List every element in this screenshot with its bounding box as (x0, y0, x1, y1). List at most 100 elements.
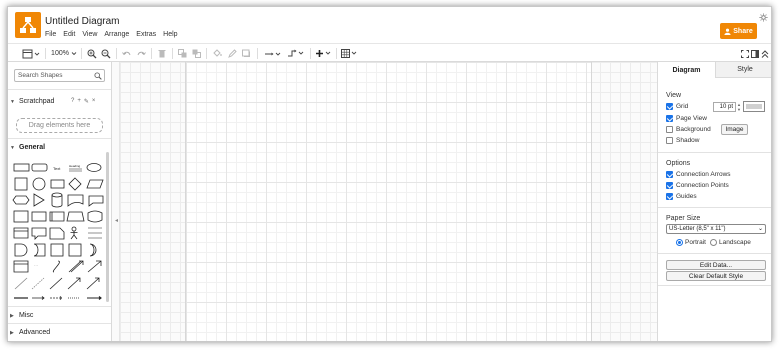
textbox-shape[interactable]: Heading (69, 164, 82, 172)
waypoints-dropdown[interactable] (287, 48, 305, 59)
to-front-button[interactable] (177, 48, 187, 59)
menu-file[interactable]: File (45, 31, 56, 38)
background-checkbox[interactable]: Background (666, 126, 711, 133)
diagram-page[interactable] (185, 62, 592, 341)
callout-shape[interactable] (31, 227, 47, 240)
diamond-shape[interactable] (68, 177, 82, 191)
tab-diagram[interactable]: Diagram (658, 62, 716, 78)
menu-extras[interactable]: Extras (136, 31, 156, 38)
internal-storage-shape[interactable] (31, 211, 47, 222)
cylinder-shape[interactable] (51, 192, 63, 208)
theme-toggle-icon[interactable] (759, 13, 768, 22)
parallelogram-shape[interactable] (86, 179, 104, 189)
sidebar-scrollbar[interactable] (106, 152, 109, 302)
note-shape[interactable] (13, 227, 29, 239)
square-alt-shape[interactable] (68, 243, 82, 257)
menu-view[interactable]: View (82, 31, 97, 38)
diagram-title[interactable]: Untitled Diagram (45, 16, 119, 27)
cube-shape[interactable] (49, 211, 65, 222)
fullscreen-button[interactable] (741, 48, 749, 59)
dashed-arrow-shape[interactable] (50, 296, 63, 300)
curve-shape[interactable] (52, 260, 60, 273)
grid-size-input[interactable]: 10 pt (713, 102, 736, 112)
insert-dropdown[interactable] (315, 48, 332, 59)
share-button[interactable]: Share (720, 23, 757, 39)
sidebar-splitter[interactable] (112, 62, 120, 341)
delete-button[interactable] (157, 48, 167, 59)
table-dropdown[interactable] (341, 48, 358, 59)
square-outline-shape[interactable] (50, 243, 64, 257)
square-shape[interactable] (14, 177, 28, 191)
diagram-canvas[interactable] (112, 62, 657, 341)
menu-edit[interactable]: Edit (63, 31, 75, 38)
advanced-header[interactable]: ▶ Advanced (8, 327, 111, 340)
menu-help[interactable]: Help (163, 31, 177, 38)
misc-header[interactable]: ▶ Misc (8, 310, 111, 323)
scratchpad-dropzone[interactable]: Drag elements here (16, 118, 103, 133)
search-icon[interactable] (94, 72, 102, 80)
text-shape[interactable]: Text (53, 166, 61, 171)
undo-button[interactable] (121, 48, 131, 59)
page-view-checkbox[interactable]: Page View (666, 115, 707, 122)
line-shape[interactable] (14, 277, 28, 290)
moon-shape[interactable] (89, 243, 97, 257)
frame-shape[interactable] (13, 260, 29, 273)
format-panel-toggle-button[interactable] (22, 48, 40, 59)
hexagon-shape[interactable] (12, 195, 30, 205)
edit-data-button[interactable]: Edit Data... (666, 260, 766, 270)
landscape-radio[interactable]: Landscape (710, 239, 751, 246)
list-shape[interactable] (88, 227, 102, 239)
arrow-right-shape[interactable] (32, 296, 45, 300)
bold-arrow-shape[interactable] (87, 296, 102, 300)
dashed-line-shape[interactable] (31, 277, 45, 290)
collapse-sidebar-icon[interactable]: ◂ (115, 217, 118, 224)
grid-color-picker[interactable] (743, 101, 765, 112)
ellipsis-shape[interactable]: ··· (34, 263, 38, 268)
paper-size-select[interactable]: US-Letter (8,5" x 11") ⌄ (666, 224, 766, 234)
general-header[interactable]: ▼ General (8, 142, 111, 155)
arrow-line-shape[interactable] (67, 277, 81, 290)
line-color-button[interactable] (227, 48, 237, 59)
circle-shape[interactable] (32, 177, 46, 191)
collapse-toolbar-button[interactable] (761, 48, 769, 59)
toggle-format-panel-button[interactable] (751, 48, 759, 59)
fill-color-button[interactable] (212, 48, 222, 59)
shadow-button[interactable] (241, 48, 251, 59)
connection-style-dropdown[interactable] (264, 48, 282, 59)
card-shape[interactable] (49, 227, 65, 240)
process-shape[interactable] (50, 179, 65, 189)
wave-shape[interactable] (87, 210, 103, 223)
rounded-rectangle-shape[interactable] (31, 163, 48, 172)
document-shape[interactable] (67, 194, 84, 207)
grid-size-stepper[interactable]: ▲ ▼ (737, 102, 741, 112)
guides-checkbox[interactable]: Guides (666, 193, 697, 200)
actor-shape[interactable] (70, 226, 78, 240)
close-icon[interactable]: × (92, 98, 96, 105)
connection-points-checkbox[interactable]: Connection Points (666, 182, 729, 189)
scratchpad-header[interactable]: ▼ Scratchpad ? + ✎ × (8, 96, 111, 109)
redo-button[interactable] (136, 48, 146, 59)
clear-default-style-button[interactable]: Clear Default Style (666, 271, 766, 281)
rectangle-shape[interactable] (13, 163, 30, 172)
tape-shape[interactable] (88, 195, 104, 207)
trapezoid-shape[interactable] (66, 211, 85, 222)
edit-icon[interactable]: ✎ (84, 98, 89, 105)
delay-shape[interactable] (14, 243, 28, 257)
diagonal-arrow-shape[interactable] (87, 260, 102, 273)
grid-checkbox[interactable]: Grid (666, 103, 688, 110)
help-icon[interactable]: ? (71, 98, 74, 105)
connector-arrow-shape[interactable] (86, 277, 100, 290)
menu-arrange[interactable]: Arrange (104, 31, 129, 38)
search-shapes-input[interactable]: Search Shapes (14, 69, 105, 82)
connection-arrows-checkbox[interactable]: Connection Arrows (666, 171, 731, 178)
container-shape[interactable] (13, 210, 29, 223)
shadow-checkbox[interactable]: Shadow (666, 137, 700, 144)
zoom-dropdown[interactable]: 100% (50, 48, 78, 59)
portrait-radio[interactable]: Portrait (676, 239, 706, 246)
triangle-shape[interactable] (33, 193, 45, 207)
tab-style[interactable]: Style (716, 62, 771, 78)
background-image-button[interactable]: Image (721, 124, 748, 135)
data-storage-shape[interactable] (33, 243, 46, 257)
bidirectional-arrow-shape[interactable] (68, 260, 84, 273)
solid-line-shape[interactable] (49, 277, 63, 290)
